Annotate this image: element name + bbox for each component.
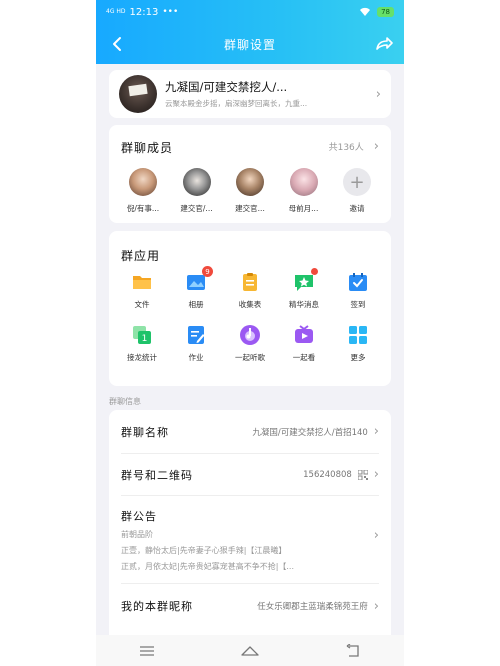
home-icon — [241, 645, 259, 656]
group-info-card: 群聊名称 九凝国/可建交禁挖人/首招140 › 群号和二维码 156240808… — [109, 410, 391, 635]
app-more[interactable]: 更多 — [331, 324, 385, 363]
app-files[interactable]: 文件 — [115, 271, 169, 310]
my-nickname-label: 我的本群昵称 — [121, 600, 193, 613]
form-icon — [243, 273, 257, 291]
app-essence[interactable]: 精华消息 — [277, 268, 331, 310]
member-count[interactable]: 共136人 › — [329, 139, 379, 154]
group-number-label: 群号和二维码 — [121, 468, 193, 482]
info-section-label: 群聊信息 — [109, 397, 141, 406]
watch-icon — [295, 325, 313, 343]
group-number-row[interactable]: 群号和二维码 156240808 › — [121, 454, 379, 496]
app-watch-together[interactable]: 一起看 — [277, 324, 331, 363]
group-avatar — [119, 75, 157, 113]
member-name: 建交官/... — [180, 204, 213, 213]
app-label: 更多 — [350, 353, 366, 362]
status-time: 12:13 — [129, 6, 159, 18]
group-profile-card[interactable]: 九凝国/可建交禁挖人/... 云聚本殿金步摇，扇深幽梦回离长，九重... › — [109, 70, 391, 118]
app-label: 作业 — [188, 353, 204, 362]
group-name-row[interactable]: 群聊名称 九凝国/可建交禁挖人/首招140 › — [121, 410, 379, 454]
essence-icon — [293, 268, 318, 293]
member-item[interactable]: 母前月... — [278, 168, 330, 214]
status-extra: ••• — [162, 7, 179, 17]
app-homework[interactable]: 作业 — [169, 324, 223, 363]
menu-icon — [140, 645, 155, 656]
member-item[interactable]: 建交官/... — [171, 168, 223, 214]
member-name: 母前月... — [288, 204, 319, 213]
more-icon — [349, 326, 367, 344]
chevron-right-icon: › — [373, 467, 379, 482]
notice-line: 正贰，月依太妃|先帝贵妃寡宠甚高不争不抢|【... — [121, 562, 295, 571]
notice-line: 前朝品阶 — [121, 530, 153, 539]
back-arrow-icon[interactable] — [108, 34, 128, 54]
app-album[interactable]: 9 相册 — [169, 266, 223, 310]
checkin-icon — [349, 273, 367, 291]
relay-icon: 1 — [133, 326, 151, 344]
folder-icon — [133, 276, 151, 289]
invite-button[interactable]: + 邀请 — [331, 168, 383, 214]
album-icon: 9 — [185, 266, 213, 293]
home-nav-button[interactable] — [238, 641, 262, 661]
chevron-right-icon: › — [373, 139, 379, 154]
back-nav-button[interactable] — [341, 641, 365, 661]
menu-nav-button[interactable] — [135, 641, 159, 661]
app-listen-together[interactable]: 一起听歌 — [223, 324, 277, 363]
my-nickname-value: 任女乐卿郡主蓝瑞柔锦苑王府 — [257, 602, 368, 612]
members-title: 群聊成员 — [121, 141, 174, 155]
member-name: 建交官... — [235, 204, 265, 213]
members-card: 群聊成员 共136人 › 倪/有事... 建交官/... 建交官... 母前月.… — [109, 125, 391, 223]
music-icon — [240, 325, 260, 345]
battery-indicator: 78 — [377, 7, 394, 17]
member-avatar — [236, 168, 264, 196]
network-indicator: 4G HD — [106, 8, 126, 15]
member-avatar — [289, 168, 318, 196]
member-item[interactable]: 建交官... — [224, 168, 276, 214]
group-notice-label: 群公告 — [121, 510, 157, 523]
system-nav-bar — [96, 635, 404, 666]
notice-line: 正壹，静怡太后|先帝妻子心狠手辣|【江晨曦】 — [121, 546, 287, 555]
app-relay[interactable]: 1 接龙统计 — [115, 324, 169, 363]
member-item[interactable]: 倪/有事... — [117, 168, 169, 214]
group-number-value: 156240808 — [303, 469, 352, 480]
page-title: 群聊设置 — [223, 37, 276, 52]
app-label: 接龙统计 — [127, 353, 157, 362]
album-badge: 9 — [202, 266, 213, 277]
app-label: 收集表 — [238, 300, 262, 309]
group-description: 云聚本殿金步摇，扇深幽梦回离长，九重... — [165, 99, 308, 108]
app-label: 文件 — [134, 300, 150, 309]
member-count-text: 共136人 — [328, 143, 364, 153]
app-label: 相册 — [188, 300, 204, 309]
app-label: 签到 — [350, 300, 366, 309]
qr-code-icon — [357, 469, 368, 480]
app-label: 一起听歌 — [235, 353, 265, 362]
app-checkin[interactable]: 签到 — [331, 271, 385, 310]
member-name: 倪/有事... — [126, 204, 160, 213]
group-apps-card: 群应用 文件 9 相册 收集表 精华消息 签到 1 接龙统计 作业 一起听歌 一… — [109, 231, 391, 386]
chevron-right-icon: › — [373, 424, 379, 439]
member-avatar — [182, 168, 211, 196]
group-name: 九凝国/可建交禁挖人/... — [165, 80, 288, 94]
notification-dot — [311, 268, 318, 275]
app-label: 精华消息 — [289, 300, 319, 309]
apps-title: 群应用 — [121, 249, 161, 263]
status-bar: 4G HD 12:13 ••• 78 — [96, 0, 404, 24]
title-bar: 群聊设置 — [96, 24, 404, 64]
svg-text:1: 1 — [142, 334, 148, 344]
app-label: 一起看 — [292, 353, 316, 362]
my-nickname-row[interactable]: 我的本群昵称 任女乐卿郡主蓝瑞柔锦苑王府 › — [121, 584, 379, 628]
invite-label: 邀请 — [349, 204, 365, 213]
chevron-right-icon: › — [375, 86, 381, 102]
back-icon — [346, 643, 359, 657]
homework-icon — [188, 326, 205, 344]
chevron-right-icon: › — [373, 528, 379, 543]
group-name-value: 九凝国/可建交禁挖人/首招140 — [252, 427, 368, 438]
member-avatar — [129, 168, 157, 196]
chevron-right-icon: › — [373, 598, 379, 614]
phone-screen: 4G HD 12:13 ••• 78 群聊设置 九凝国/可建交禁挖人/... 云… — [96, 0, 404, 666]
group-name-label: 群聊名称 — [121, 425, 169, 439]
wifi-icon — [360, 7, 371, 17]
share-icon[interactable] — [374, 34, 394, 54]
app-form[interactable]: 收集表 — [223, 271, 277, 310]
plus-icon: + — [343, 168, 371, 196]
group-notice-row[interactable]: 群公告 前朝品阶 正壹，静怡太后|先帝妻子心狠手辣|【江晨曦】 正贰，月依太妃|… — [121, 496, 379, 584]
